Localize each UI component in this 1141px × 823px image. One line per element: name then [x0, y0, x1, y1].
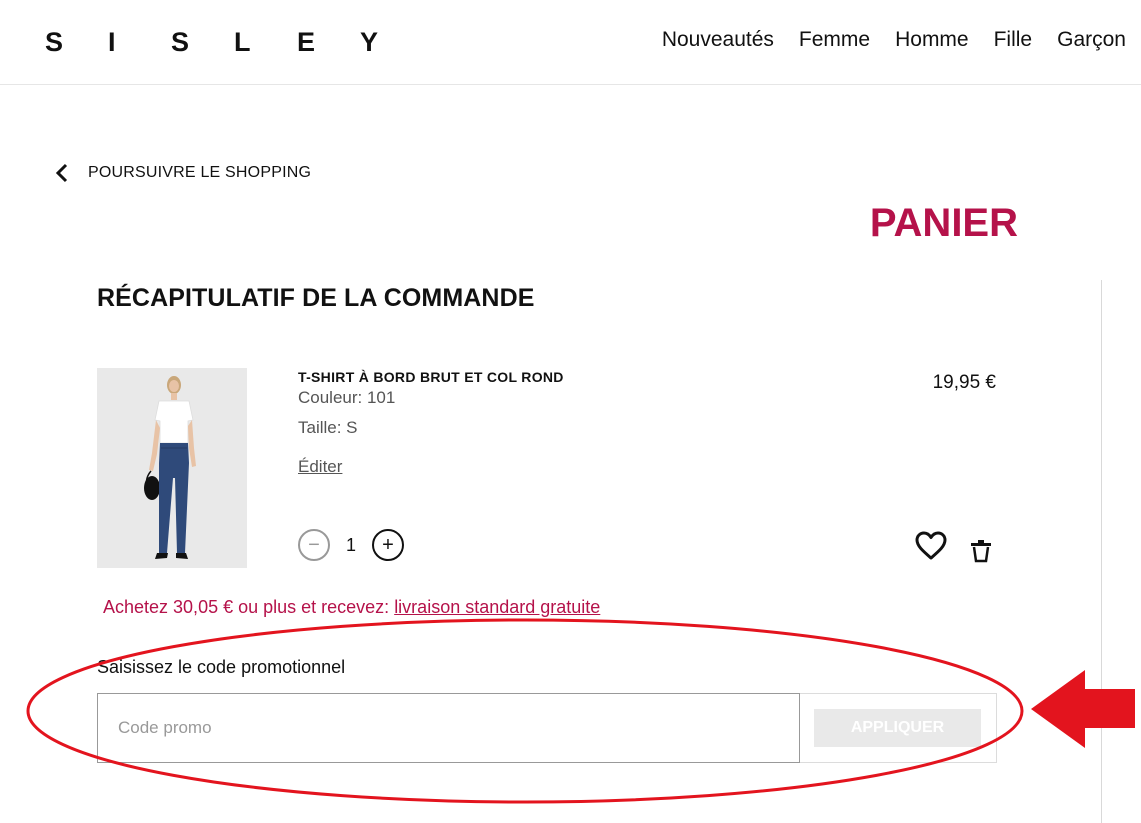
nav-item-femme[interactable]: Femme — [799, 28, 870, 52]
nav-item-homme[interactable]: Homme — [895, 28, 969, 52]
trash-icon[interactable] — [970, 539, 992, 563]
promo-code-input[interactable] — [97, 693, 800, 763]
product-size: Taille: S — [298, 418, 358, 437]
sisley-logo[interactable]: S I S L E Y — [45, 27, 423, 58]
logo-letter: S — [171, 27, 190, 57]
quantity-increase-button[interactable]: + — [372, 529, 404, 561]
product-image[interactable] — [97, 368, 247, 568]
continue-shopping-link[interactable]: POURSUIVRE LE SHOPPING — [55, 163, 311, 183]
product-name[interactable]: T-SHIRT À BORD BRUT ET COL ROND — [298, 369, 564, 385]
chevron-left-icon — [55, 163, 68, 183]
product-price: 19,95 € — [932, 372, 996, 393]
edit-link[interactable]: Éditer — [298, 457, 342, 477]
page-title: PANIER — [869, 201, 1018, 245]
quantity-value: 1 — [346, 535, 357, 555]
free-shipping-link[interactable]: livraison standard gratuite — [394, 597, 600, 617]
order-summary-title: RÉCAPITULATIF DE LA COMMANDE — [97, 284, 535, 312]
free-shipping-banner: Achetez 30,05 € ou plus et recevez: livr… — [103, 597, 600, 618]
nav-item-garcon[interactable]: Garçon — [1057, 28, 1126, 52]
continue-shopping-label: POURSUIVRE LE SHOPPING — [88, 164, 312, 181]
site-header: S I S L E Y Nouveautés Femme Homme Fille… — [0, 0, 1141, 85]
column-divider — [1101, 280, 1102, 823]
logo-letter: I — [108, 27, 116, 57]
model-illustration — [97, 368, 247, 568]
logo-letter: L — [234, 27, 251, 57]
product-color: Couleur: 101 — [298, 388, 396, 407]
main-nav: Nouveautés Femme Homme Fille Garçon — [662, 28, 1126, 52]
heart-icon[interactable] — [914, 531, 948, 561]
quantity-decrease-button[interactable]: − — [298, 529, 330, 561]
logo-letter: E — [297, 27, 316, 57]
logo-letter: Y — [360, 27, 379, 57]
logo-letter: S — [45, 27, 64, 57]
pointer-arrow — [1031, 670, 1135, 748]
apply-promo-button[interactable]: APPLIQUER — [814, 709, 981, 747]
promo-code-label: Saisissez le code promotionnel — [97, 657, 346, 677]
nav-item-nouveautes[interactable]: Nouveautés — [662, 28, 774, 52]
free-shipping-text: Achetez 30,05 € ou plus et recevez: — [103, 597, 395, 617]
nav-item-fille[interactable]: Fille — [994, 28, 1033, 52]
